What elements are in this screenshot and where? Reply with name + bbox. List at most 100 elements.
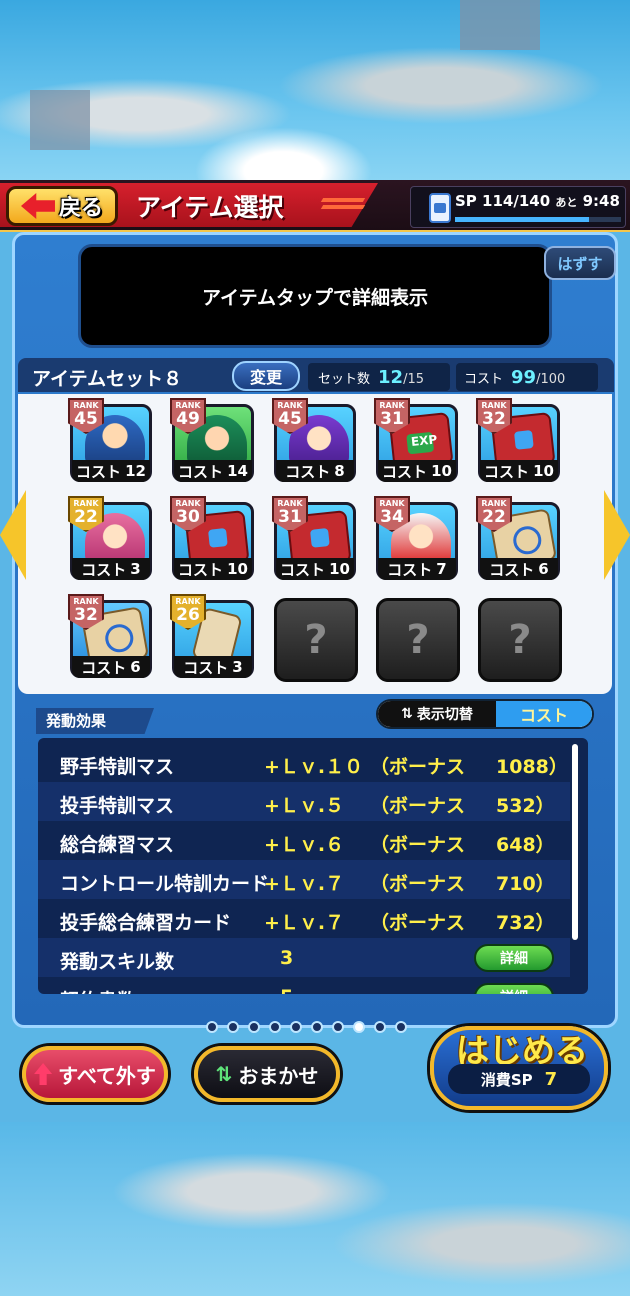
item-cost: コスト 10: [276, 558, 354, 580]
background-bottom: [0, 1122, 630, 1296]
page-dot[interactable]: [206, 1021, 218, 1033]
back-arrow-icon: [20, 193, 55, 219]
item-cost-label: コスト: [387, 560, 433, 579]
page-dot[interactable]: [311, 1021, 323, 1033]
item-cost: コスト 6: [72, 656, 150, 678]
item-cost: コスト 10: [480, 460, 558, 482]
rank-value: 30: [176, 507, 200, 527]
item-cost-label: コスト: [382, 462, 428, 481]
skill-count-row: 発動スキル数 3 詳細: [38, 938, 570, 977]
auto-select-button[interactable]: ⇅ おまかせ: [194, 1046, 340, 1102]
page-dot[interactable]: [248, 1021, 260, 1033]
info-message-box: アイテムタップで詳細表示: [78, 244, 552, 348]
item-cost-label: コスト: [484, 462, 530, 481]
rank-value: 22: [482, 507, 506, 527]
set-count-label: セット数: [318, 371, 371, 387]
rank-value: 31: [380, 409, 404, 429]
page-indicator: [206, 1021, 407, 1033]
item-slot[interactable]: RANK 45 コスト 8: [272, 398, 358, 484]
item-slot[interactable]: RANK 34 コスト 7: [374, 496, 460, 582]
item-slot[interactable]: RANK 26 コスト 3: [170, 594, 256, 680]
sp-label: SP: [455, 192, 477, 210]
item-cost: コスト 8: [276, 460, 354, 482]
item-cost-value: 10: [431, 462, 452, 480]
item-slot[interactable]: RANK 49 コスト 14: [170, 398, 256, 484]
set-count: セット数 12/15: [308, 363, 450, 391]
item-cost-value: 3: [130, 560, 141, 578]
toggle-left: ⇅ 表示切替: [378, 701, 496, 727]
item-slot[interactable]: RANK 32 コスト 6: [68, 594, 154, 680]
screen-title: アイテム選択: [136, 193, 284, 222]
page-dot[interactable]: [332, 1021, 344, 1033]
remove-all-button[interactable]: すべて外す: [22, 1046, 168, 1102]
background-top: [0, 0, 630, 190]
up-arrow-icon: [34, 1063, 53, 1085]
sp-progress-fill: [455, 217, 590, 222]
auto-label: おまかせ: [238, 1063, 319, 1088]
item-slot[interactable]: RANK31コスト10: [272, 496, 358, 582]
effects-list[interactable]: 野手特訓マス +Ｌｖ.１０ （ボーナス 1088） 投手特訓マス +Ｌｖ.５ （ボーナス 5…: [38, 738, 588, 994]
item-slot[interactable]: RANK 30 コスト 10: [170, 496, 256, 582]
item-cost: コスト 10: [174, 558, 252, 580]
building-image: [30, 90, 90, 150]
set-count-value: 12/15: [378, 366, 425, 388]
sp-after-label: あと: [555, 196, 578, 209]
back-button[interactable]: 戻る: [6, 186, 118, 226]
sp-readout: SP 114/140 あと 9:48: [455, 192, 620, 210]
item-cost: コスト 14: [174, 460, 252, 482]
rank-value: 26: [176, 605, 200, 625]
item-cost: コスト 7: [378, 558, 456, 580]
item-cost-label: コスト: [76, 462, 122, 481]
skill-detail-button[interactable]: 詳細: [474, 944, 554, 972]
rank-value: 49: [176, 409, 200, 429]
sp-panel: SP 114/140 あと 9:48: [410, 186, 626, 228]
item-cost: コスト 12: [72, 460, 150, 482]
empty-item-slot[interactable]: ?: [376, 598, 460, 682]
item-cost-value: 6: [130, 658, 141, 676]
item-cost-value: 3: [232, 658, 243, 676]
sp-card-icon: [429, 193, 451, 223]
page-dot[interactable]: [227, 1021, 239, 1033]
effect-row: 野手特訓マス +Ｌｖ.１０ （ボーナス 1088）: [60, 756, 568, 778]
item-slot[interactable]: RANK 45 コスト 12: [68, 398, 154, 484]
empty-item-slot[interactable]: ?: [274, 598, 358, 682]
change-set-button[interactable]: 変更: [232, 361, 300, 391]
cost-value: 99/100: [511, 366, 566, 388]
sp-max: 140: [518, 192, 551, 210]
item-cost-label: コスト: [81, 658, 127, 677]
toggle-arrows-icon: ⇅: [401, 706, 413, 722]
item-slot[interactable]: RANK31コスト10: [374, 398, 460, 484]
sp-timer: 9:48: [582, 192, 620, 210]
page-dot[interactable]: [395, 1021, 407, 1033]
empty-item-slot[interactable]: ?: [478, 598, 562, 682]
item-cost-label: コスト: [183, 658, 229, 677]
page-dot[interactable]: [374, 1021, 386, 1033]
item-cost-value: 14: [227, 462, 248, 480]
item-cost-label: コスト: [81, 560, 127, 579]
sp-progress-bar: [455, 217, 621, 222]
auto-icon: ⇅: [215, 1062, 233, 1086]
building-image: [460, 0, 540, 50]
stripes-decoration: [320, 198, 366, 216]
effect-row: 投手総合練習カード +Ｌｖ.７ （ボーナス 732）: [60, 912, 555, 934]
page-dot[interactable]: [353, 1021, 365, 1033]
effects-scrollbar[interactable]: [572, 744, 578, 940]
item-cost-value: 6: [538, 560, 549, 578]
remove-item-button[interactable]: はずす: [544, 246, 616, 280]
effect-row: 投手特訓マス +Ｌｖ.５ （ボーナス 532）: [38, 782, 570, 821]
contract-detail-button[interactable]: 詳細: [474, 983, 554, 994]
item-cost-label: コスト: [489, 560, 535, 579]
item-cost-label: コスト: [178, 560, 224, 579]
item-cost-value: 10: [227, 560, 248, 578]
cost-total: コスト 99/100: [456, 363, 598, 391]
info-message: アイテムタップで詳細表示: [201, 286, 429, 309]
item-slot[interactable]: RANK 22 コスト 6: [476, 496, 562, 582]
item-slot[interactable]: RANK 32 コスト 10: [476, 398, 562, 484]
back-label: 戻る: [58, 196, 103, 221]
item-cost-label: コスト: [280, 560, 326, 579]
item-slot[interactable]: RANK 22 コスト 3: [68, 496, 154, 582]
rank-value: 22: [74, 507, 98, 527]
page-dot[interactable]: [290, 1021, 302, 1033]
display-toggle-button[interactable]: ⇅ 表示切替 コスト: [376, 699, 594, 729]
page-dot[interactable]: [269, 1021, 281, 1033]
